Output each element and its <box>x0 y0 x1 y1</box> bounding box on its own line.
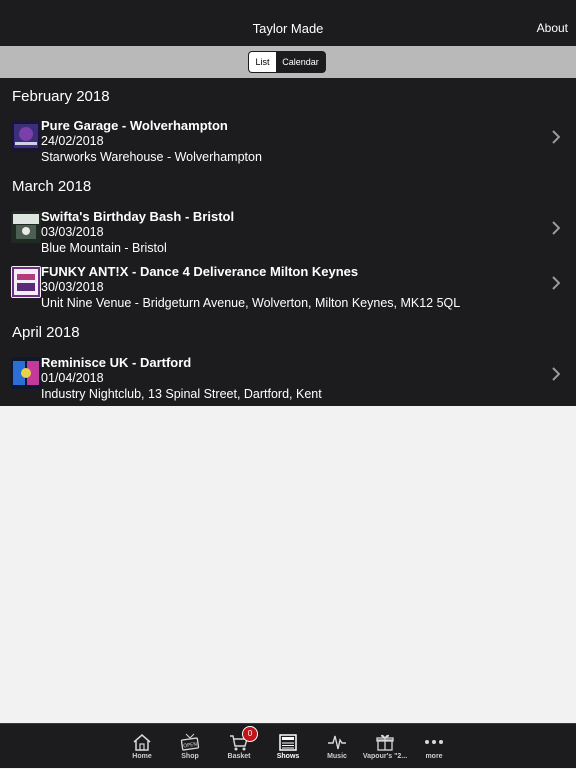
tab-more[interactable]: more <box>410 724 458 769</box>
event-venue: Starworks Warehouse - Wolverhampton <box>41 150 262 164</box>
waveform-icon <box>328 735 346 750</box>
month-header: February 2018 <box>12 88 110 105</box>
home-icon <box>133 734 151 751</box>
view-mode-segmented-control: List Calendar <box>248 51 326 73</box>
event-thumbnail <box>11 120 41 152</box>
gift-icon <box>376 734 394 751</box>
event-title: FUNKY ANT!X - Dance 4 Deliverance Milton… <box>41 264 359 279</box>
list-segment[interactable]: List <box>249 52 276 72</box>
app-title: Taylor Made <box>252 21 324 36</box>
tab-bar: Home OPEN Shop 0 Basket Shows Music Vapo… <box>0 723 576 768</box>
event-title: Swifta's Birthday Bash - Bristol <box>41 209 235 224</box>
event-venue: Unit Nine Venue - Bridgeturn Avenue, Wol… <box>41 296 461 310</box>
tab-shop[interactable]: OPEN Shop <box>166 724 214 769</box>
event-thumbnail <box>11 357 41 389</box>
list-item[interactable]: Pure Garage - Wolverhampton 24/02/2018 S… <box>0 118 576 166</box>
event-venue: Industry Nightclub, 13 Spinal Street, Da… <box>41 387 322 401</box>
chevron-right-icon <box>552 276 560 290</box>
event-venue: Blue Mountain - Bristol <box>41 241 167 255</box>
month-header: April 2018 <box>12 324 80 341</box>
event-date: 24/02/2018 <box>41 134 104 148</box>
tab-basket[interactable]: 0 Basket <box>215 724 263 769</box>
chevron-right-icon <box>552 130 560 144</box>
tab-vapour[interactable]: Vapour's "2... <box>361 724 409 769</box>
basket-count-badge: 0 <box>242 726 258 742</box>
calendar-segment[interactable]: Calendar <box>276 52 325 72</box>
tab-home[interactable]: Home <box>118 724 166 769</box>
tab-shows[interactable]: Shows <box>264 724 312 769</box>
list-item[interactable]: FUNKY ANT!X - Dance 4 Deliverance Milton… <box>0 264 576 312</box>
event-date: 30/03/2018 <box>41 280 104 294</box>
newspaper-icon <box>279 734 297 751</box>
event-title: Reminisce UK - Dartford <box>41 355 192 370</box>
list-item[interactable]: Reminisce UK - Dartford 01/04/2018 Indus… <box>0 355 576 403</box>
about-button[interactable]: About <box>537 21 568 35</box>
open-sign-icon: OPEN <box>180 733 200 751</box>
chevron-right-icon <box>552 367 560 381</box>
event-date: 01/04/2018 <box>41 371 104 385</box>
list-item[interactable]: Swifta's Birthday Bash - Bristol 03/03/2… <box>0 209 576 257</box>
event-title: Pure Garage - Wolverhampton <box>41 118 228 133</box>
event-thumbnail <box>11 211 41 243</box>
event-thumbnail <box>11 266 41 298</box>
event-date: 03/03/2018 <box>41 225 104 239</box>
more-dots-icon <box>425 740 443 744</box>
event-list: February 2018 Pure Garage - Wolverhampto… <box>0 78 576 406</box>
nav-bar: Taylor Made About <box>0 0 576 46</box>
tab-label: more <box>425 753 443 760</box>
tab-music[interactable]: Music <box>313 724 361 769</box>
chevron-right-icon <box>552 221 560 235</box>
month-header: March 2018 <box>12 178 92 195</box>
segment-bar: List Calendar <box>0 46 576 78</box>
